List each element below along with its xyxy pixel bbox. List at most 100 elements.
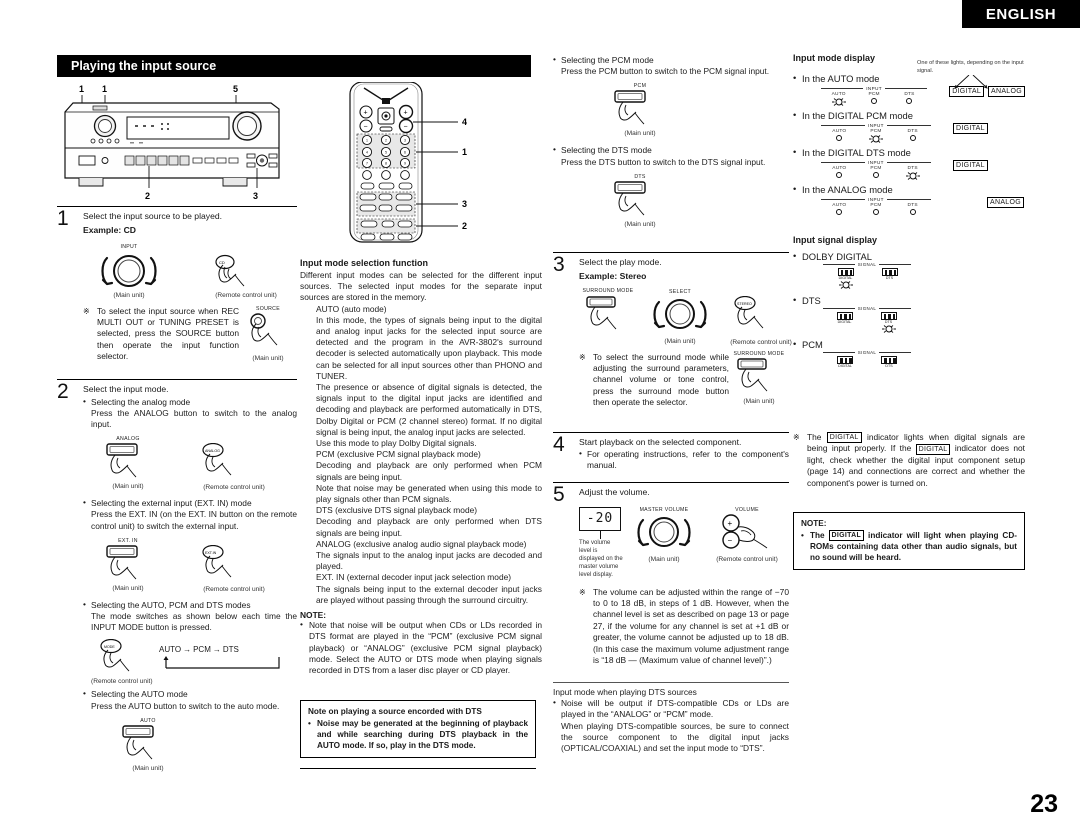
step-5-illustration: -20 The volume level is displayed on the… [579,506,789,579]
svg-text:−: − [364,124,368,131]
lamp-pcm: PCM [861,129,891,144]
lamp-auto: AUTO [824,166,854,181]
remote-illustration: + − + − 1 2 3 4 5 6 7 8 9 4 1 3 2 [340,81,500,244]
lamp-pcm-dot [872,209,879,215]
signal-digital-icon: DIGITAL [837,268,855,290]
lamp-pcm: PCM [859,92,889,107]
imsp-10: The signals input to the analog input ja… [316,550,542,572]
step-1-title: Select the input source to be played. [83,211,223,221]
svg-text:3: 3 [462,199,467,209]
svg-text:3: 3 [253,191,258,200]
signal-digital-label: DIGITAL [837,320,852,324]
indicator-digital: DIGITAL [953,160,988,171]
lamp-pcm-dot [871,98,878,104]
imsp-1: In this mode, the types of signals being… [316,314,542,381]
input-mode-display-section: Input mode display One of these lights, … [793,53,1025,215]
lamp-dts: DTS [894,92,924,107]
leader-line [600,530,601,539]
input-mode-selection-paragraphs: AUTO (auto mode) In this mode, the types… [300,304,542,606]
language-tab: ENGLISH [962,0,1080,28]
input-mode-selection-section: Input mode selection function Different … [300,258,542,676]
lamp-pcm-label: PCM [870,166,882,171]
step-2-item-0-text: Press the ANALOG button to switch to the… [91,407,297,429]
step-3: 3 Select the play mode. Example: Stereo … [553,253,792,409]
isd-row-2: SIGNAL DIGITAL DTS [823,350,912,368]
svg-text:5: 5 [233,84,238,94]
master-volume-display-caption: The volume level is displayed on the mas… [579,539,623,578]
lamp-pcm-lit-icon [868,135,883,143]
dts-input-mode-heading: Input mode when playing DTS sources [553,687,697,697]
caption-remote-unit: (Remote control unit) [91,678,153,686]
lamp-auto-label: AUTO [832,129,847,134]
step-5-block: 5 Adjust the volume. -20 The volume leve… [553,478,789,666]
imsp-12: The signals being input to the external … [316,583,542,605]
caption-remote-unit: (Remote control unit) [203,484,265,492]
step-5-title: Adjust the volume. [579,487,650,497]
signal-dts-label: DTS [885,276,894,280]
badge-digital: DIGITAL [915,443,951,455]
input-signal-display-section: Input signal display DOLBY DIGITAL SIGNA… [793,235,1025,368]
caption-main-unit: (Main unit) [113,291,145,299]
dts-button-illustration: DTS (Main unit) [605,174,675,228]
caption-remote-unit: (Remote control unit) [730,338,792,346]
digital-note-text-a: The [810,531,829,540]
imd-input-label: INPUT [868,123,884,128]
dts-input-mode-section: Input mode when playing DTS sources Nois… [553,678,789,754]
input-mode-selection-heading: Input mode selection function [300,258,428,268]
lamp-auto-lit-icon [831,98,846,106]
step-1-number: 1 [57,207,69,230]
svg-text:EXT.IN: EXT.IN [205,551,217,555]
divider [553,482,789,483]
imsp-2: The presence or absence of digital signa… [316,382,542,437]
step-2-item-4-text: Press the PCM button to switch to the PC… [561,66,770,77]
divider [57,379,297,380]
imsp-8: Decoding and playback are only performed… [316,516,542,538]
language-tab-label: ENGLISH [985,5,1057,23]
page-number: 23 [1030,790,1058,818]
auto-button-illustration: AUTO (Main unit) [113,718,183,772]
extin-button-illustration: EXT. IN (Main unit) EXT.IN (Remote contr… [83,538,297,593]
lamp-auto-dot [836,209,843,215]
isd-signal-label: SIGNAL [857,262,877,267]
signal-digital-label: DIGITAL [838,364,852,368]
analog-button-illustration: ANALOG (Main unit) ANALOG (Remote contro… [83,436,297,491]
svg-text:+: + [364,110,368,117]
step-2-item-0-heading: Selecting the analog mode [83,395,297,408]
isd-signal-label: SIGNAL [857,306,877,311]
lamp-auto-label: AUTO [831,92,846,97]
svg-text:2: 2 [462,221,467,231]
divider [553,682,789,683]
divider [300,768,536,769]
svg-text:1: 1 [462,147,467,157]
imsp-6: Note that noise may be generated when us… [316,482,542,505]
lamp-pcm-label: PCM [870,203,882,208]
svg-text:2: 2 [145,191,150,200]
imd-row-1: INPUT AUTO PCM DTS DIGITAL [793,123,1025,144]
divider [553,432,789,433]
step-2-block: 2 Select the input mode. Selecting the a… [57,375,297,772]
imd-row-2-label: In the DIGITAL DTS mode [793,146,1025,158]
badge-digital: DIGITAL [828,530,865,542]
source-button-illustration: SOURCE (Main unit) [239,306,297,363]
pcm-button-illustration: PCM (Main unit) [605,83,675,137]
imsp-0: AUTO (auto mode) [316,303,387,314]
digital-indicator-note: The DIGITAL indicator lights when digita… [793,432,1025,489]
lamp-pcm: PCM [861,203,891,215]
divider [57,206,297,207]
imd-row-3-label: In the ANALOG mode [793,183,1025,195]
lamp-dts-label: DTS [907,203,918,208]
front-panel-illustration: 1 1 5 2 3 [57,82,297,201]
svg-text:5: 5 [385,151,387,155]
lamp-auto-dot [836,172,843,178]
lamp-auto: AUTO [824,92,854,107]
cycle-mode-pcm: PCM [193,645,211,655]
caption-main-unit: (Main unit) [112,483,144,491]
svg-text:2: 2 [385,139,387,143]
imsp-7: DTS (exclusive DTS signal playback mode) [316,505,478,516]
step-2-number: 2 [57,380,69,403]
svg-text:MODE: MODE [104,645,115,649]
lamp-pcm-label: PCM [870,129,882,134]
lamp-dts-dot [909,135,916,141]
signal-digital-label: DIGITAL [838,276,853,280]
svg-text:9: 9 [404,162,406,166]
